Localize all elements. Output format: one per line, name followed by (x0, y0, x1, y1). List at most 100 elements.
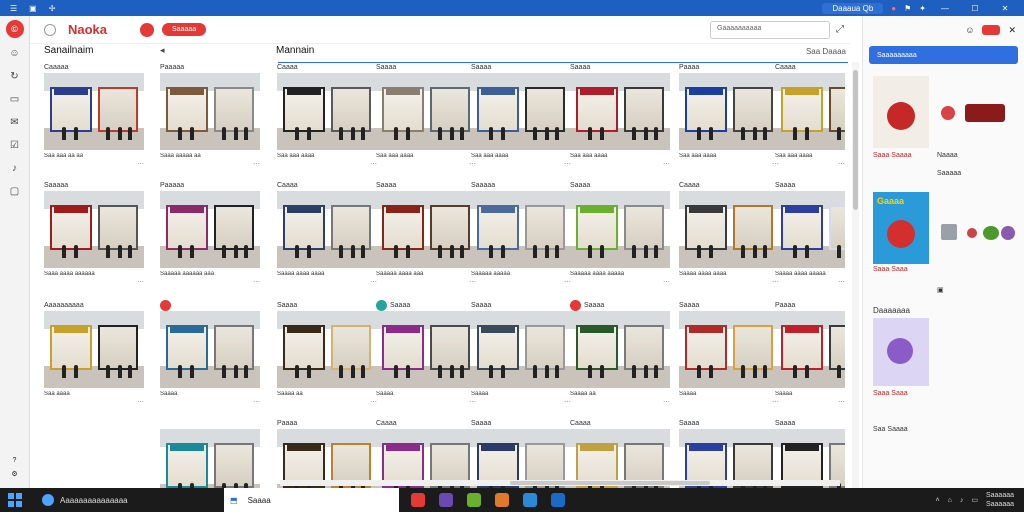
product-card[interactable]: Saaaa Saa aaa aaaa ⋯ (471, 62, 571, 175)
store-photo[interactable] (570, 73, 670, 150)
record-button[interactable] (982, 25, 1001, 35)
more-options-icon[interactable]: ⋯ (160, 278, 260, 286)
product-fruits-image[interactable] (937, 216, 1019, 250)
more-options-icon[interactable]: ⋯ (775, 278, 845, 286)
store-photo[interactable] (277, 73, 377, 150)
more-options-icon[interactable]: ⋯ (44, 278, 144, 286)
store-photo[interactable] (44, 73, 144, 150)
product-card[interactable]: Caaaa Saaaa aaaa aaaa ⋯ (679, 180, 779, 293)
more-options-icon[interactable]: ⋯ (471, 160, 571, 168)
store-photo[interactable] (775, 73, 845, 150)
more-options-icon[interactable]: ⋯ (679, 160, 779, 168)
store-photo[interactable] (471, 73, 571, 150)
sort-dropdown[interactable]: Saa Daaaa (806, 47, 846, 56)
clock[interactable]: Saaaaaa Saaaaaa (986, 491, 1014, 509)
product-card[interactable] (160, 418, 260, 531)
store-photo[interactable] (775, 311, 845, 388)
product-card[interactable]: Saaaa (775, 418, 845, 531)
account-pill[interactable]: Daaaua Qb (822, 2, 884, 14)
store-photo[interactable] (376, 73, 476, 150)
search-input[interactable]: Gaaaaaaaaaa (710, 20, 830, 39)
horizontal-scrollbar[interactable] (280, 480, 840, 486)
product-plum-image[interactable] (873, 318, 929, 386)
product-card[interactable]: Saaaa Saaaa ⋯ (679, 300, 779, 413)
more-options-icon[interactable]: ⋯ (160, 160, 260, 168)
help-icon[interactable]: ? (13, 457, 17, 464)
edge-app-icon[interactable] (551, 493, 565, 507)
close-button[interactable]: ✕ (994, 4, 1016, 13)
taskbar-app-field[interactable]: ⬒ Saaaa (224, 488, 399, 512)
more-options-icon[interactable]: ⋯ (44, 398, 144, 406)
product-candy-image[interactable] (937, 76, 1019, 136)
store-photo[interactable] (570, 191, 670, 268)
product-card[interactable]: Paaaa (277, 418, 377, 531)
product-card[interactable]: Saaaa Saaaaa aaaa aaaaa ⋯ (570, 180, 670, 293)
notification-icon[interactable]: ● (891, 4, 896, 13)
store-photo[interactable] (376, 311, 476, 388)
network-icon[interactable]: ⌂ (948, 497, 952, 504)
store-photo[interactable] (44, 191, 144, 268)
more-options-icon[interactable]: ⋯ (679, 278, 779, 286)
more-options-icon[interactable]: ⋯ (471, 398, 571, 406)
more-options-icon[interactable]: ⋯ (376, 278, 476, 286)
product-card[interactable]: Paaaaa Saaaaa aaaaaa aaa ⋯ (160, 180, 260, 293)
product-card[interactable]: Saaaa Saaaa ⋯ (376, 300, 476, 413)
product-card[interactable]: Saaaa Saaaa aa ⋯ (277, 300, 377, 413)
maximize-button[interactable]: ☐ (964, 4, 986, 13)
panel-search-bar[interactable]: Saaaaaaaaa (869, 46, 1018, 64)
store-photo[interactable] (44, 311, 144, 388)
product-card[interactable]: Saaaaa Saaa aaaa aaaaaa ⋯ (44, 180, 144, 293)
primary-action-button[interactable]: Saaaaa (162, 23, 207, 36)
vertical-scrollbar[interactable] (852, 62, 859, 488)
back-icon[interactable] (44, 23, 56, 36)
store-photo[interactable] (679, 191, 779, 268)
store-photo[interactable] (160, 311, 260, 388)
more-options-icon[interactable]: ⋯ (679, 398, 779, 406)
store-photo[interactable] (160, 191, 260, 268)
product-card[interactable]: Saaaa Saaaaa aaaa aaa ⋯ (376, 180, 476, 293)
chat-icon[interactable]: ✉ (7, 114, 23, 130)
product-card[interactable]: Paaaa Saa aaa aaaa ⋯ (679, 62, 779, 175)
media-app-icon[interactable] (439, 493, 453, 507)
store-photo[interactable] (679, 311, 779, 388)
photos-app-icon[interactable] (495, 493, 509, 507)
panel-footer-link[interactable]: Saa Saaaa (873, 426, 908, 433)
refresh-icon[interactable]: ↻ (7, 68, 23, 84)
store-photo[interactable] (277, 311, 377, 388)
product-card[interactable]: Caaaa Saa aaa aaaa ⋯ (277, 62, 377, 175)
store-photo[interactable] (160, 73, 260, 150)
product-card[interactable]: Paaaa Saaaa ⋯ (775, 300, 845, 413)
battery-icon[interactable]: ▭ (971, 496, 978, 504)
record-icon[interactable] (140, 22, 154, 37)
store-photo[interactable] (471, 311, 571, 388)
more-options-icon[interactable]: ⋯ (775, 398, 845, 406)
product-card[interactable]: Saaaaa Saaaaa aaaaa ⋯ (471, 180, 571, 293)
minimize-button[interactable]: — (934, 4, 956, 13)
settings-icon[interactable]: ⚙ (11, 470, 17, 478)
more-options-icon[interactable]: ⋯ (277, 278, 377, 286)
browser-app-icon[interactable] (411, 493, 425, 507)
product-card[interactable]: Saaaa Saaaa ⋯ (471, 300, 571, 413)
more-options-icon[interactable]: ⋯ (277, 398, 377, 406)
product-card[interactable]: Paaaaa Saaa aaaaa aa ⋯ (160, 62, 260, 175)
check-icon[interactable]: ☑ (7, 137, 23, 153)
product-card[interactable]: Caaaaa Saa aaa aa aa ⋯ (44, 62, 144, 175)
more-options-icon[interactable]: ⋯ (570, 398, 670, 406)
store-photo[interactable] (471, 191, 571, 268)
product-card[interactable]: Saaaa Saa aaa aaaa ⋯ (570, 62, 670, 175)
window-icon[interactable]: ▣ (29, 4, 37, 13)
volume-icon[interactable]: ♪ (960, 497, 964, 504)
taskbar-search-text[interactable]: Aaaaaaaaaaaaaaa (60, 496, 210, 505)
store-photo[interactable] (376, 191, 476, 268)
more-options-icon[interactable]: ⋯ (570, 278, 670, 286)
more-options-icon[interactable]: ⋯ (570, 160, 670, 168)
tab-icon[interactable]: ▭ (7, 91, 23, 107)
more-options-icon[interactable]: ⋯ (376, 160, 476, 168)
more-options-icon[interactable]: ⋯ (775, 160, 845, 168)
menu-icon[interactable]: ☰ (10, 4, 17, 13)
flag-icon[interactable]: ⚑ (904, 4, 911, 13)
more-options-icon[interactable]: ⋯ (44, 160, 144, 168)
search-taskbar-icon[interactable] (42, 494, 54, 506)
product-apple-ad-image[interactable]: Gaaaa (873, 192, 929, 264)
user-icon[interactable]: ☺ (7, 45, 23, 61)
